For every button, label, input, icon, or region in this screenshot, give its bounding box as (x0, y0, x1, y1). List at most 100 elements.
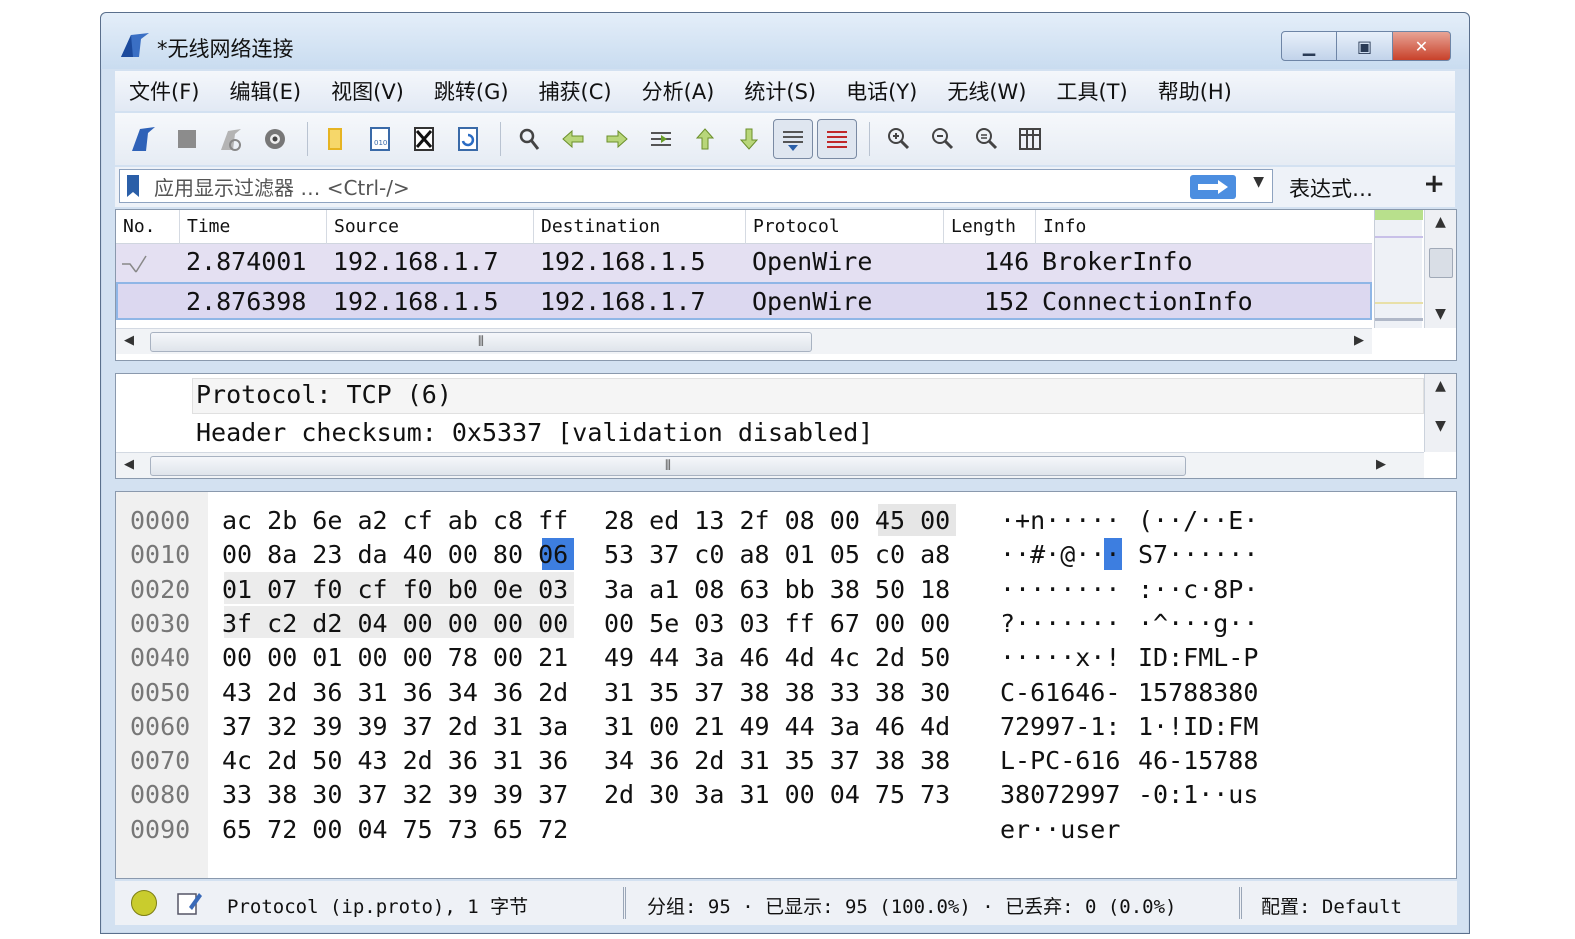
ascii-group[interactable]: C-61646- (1000, 676, 1120, 710)
colorize-icon[interactable] (817, 119, 857, 159)
scroll-thumb[interactable]: ⦀ (150, 332, 812, 352)
ascii-group[interactable]: (··/··E· (1138, 504, 1258, 538)
save-file-icon[interactable]: 010 (360, 119, 400, 159)
ascii-group[interactable]: 38072997 (1000, 778, 1120, 812)
packet-row-selected[interactable]: 2.876398 192.168.1.5 192.168.1.7 OpenWir… (116, 282, 1372, 320)
add-filter-button[interactable]: + (1423, 169, 1445, 199)
scroll-left-icon[interactable]: ◀ (124, 457, 134, 472)
menu-go[interactable]: 跳转(G) (434, 76, 509, 106)
hex-bytes-group[interactable]: 4c 2d 50 43 2d 36 31 36 (222, 744, 568, 778)
go-back-icon[interactable] (553, 119, 593, 159)
minimize-button[interactable]: ▁ (1281, 31, 1337, 61)
hex-bytes-group[interactable]: 28 ed 13 2f 08 00 45 00 (604, 504, 950, 538)
packet-list-vscroll[interactable]: ▲ ▼ (1424, 210, 1456, 328)
hex-bytes-group[interactable]: 3f c2 d2 04 00 00 00 00 (222, 607, 568, 641)
scroll-thumb[interactable]: ⦀ (150, 456, 1186, 476)
ascii-group[interactable]: :··c·8P· (1138, 573, 1258, 607)
hex-bytes-group[interactable]: 49 44 3a 46 4d 4c 2d 50 (604, 641, 950, 675)
packet-row[interactable]: 2.874001 192.168.1.7 192.168.1.5 OpenWir… (116, 244, 1372, 282)
filter-history-dropdown-icon[interactable]: ▼ (1253, 174, 1264, 190)
autoscroll-icon[interactable] (773, 119, 813, 159)
menu-analyze[interactable]: 分析(A) (642, 76, 715, 106)
hex-bytes-group[interactable]: ac 2b 6e a2 cf ab c8 ff (222, 504, 568, 538)
go-to-packet-icon[interactable] (641, 119, 681, 159)
packet-list-hscroll[interactable]: ◀ ⦀ ▶ (116, 328, 1372, 354)
column-no[interactable]: No. (116, 210, 180, 244)
scroll-thumb[interactable] (1429, 248, 1453, 278)
scroll-up-icon[interactable]: ▲ (1425, 214, 1456, 230)
close-file-icon[interactable] (404, 119, 444, 159)
menu-wireless[interactable]: 无线(W) (947, 76, 1026, 106)
ascii-group[interactable]: er··user (1000, 813, 1120, 847)
close-button[interactable]: ✕ (1393, 31, 1451, 61)
go-first-icon[interactable] (685, 119, 725, 159)
ascii-group[interactable]: 1·!ID:FM (1138, 710, 1258, 744)
ascii-group[interactable]: L-PC-616 (1000, 744, 1120, 778)
scroll-right-icon[interactable]: ▶ (1376, 457, 1386, 472)
menu-telephony[interactable]: 电话(Y) (846, 76, 917, 106)
capture-options-icon[interactable] (255, 119, 295, 159)
menu-file[interactable]: 文件(F) (129, 76, 199, 106)
maximize-button[interactable]: ▣ (1337, 31, 1393, 61)
menu-edit[interactable]: 编辑(E) (229, 76, 301, 106)
restart-capture-icon[interactable] (211, 119, 251, 159)
packet-minimap[interactable] (1374, 210, 1423, 328)
hex-bytes-group[interactable]: 00 8a 23 da 40 00 80 06 (222, 538, 568, 572)
hex-bytes-group[interactable]: 34 36 2d 31 35 37 38 38 (604, 744, 950, 778)
scroll-down-icon[interactable]: ▼ (1425, 418, 1456, 434)
detail-line[interactable]: Protocol: TCP (6) (196, 380, 452, 409)
hex-bytes-group[interactable]: 65 72 00 04 75 73 65 72 (222, 813, 568, 847)
open-file-icon[interactable] (316, 119, 356, 159)
ascii-group[interactable]: 72997-1: (1000, 710, 1120, 744)
scroll-right-icon[interactable]: ▶ (1354, 333, 1364, 348)
zoom-out-icon[interactable] (922, 119, 962, 159)
expression-button[interactable]: 表达式… (1289, 173, 1373, 203)
ascii-group[interactable]: ID:FML-P (1138, 641, 1258, 675)
ascii-group[interactable]: S7······ (1138, 538, 1258, 572)
hex-bytes-group[interactable]: 2d 30 3a 31 00 04 75 73 (604, 778, 950, 812)
hex-bytes-group[interactable]: 00 00 01 00 00 78 00 21 (222, 641, 568, 675)
column-protocol[interactable]: Protocol (746, 210, 944, 244)
hex-bytes-group[interactable]: 37 32 39 39 37 2d 31 3a (222, 710, 568, 744)
details-vscroll[interactable]: ▲ ▼ (1424, 374, 1456, 452)
zoom-normal-icon[interactable] (966, 119, 1006, 159)
hex-bytes-group[interactable]: 53 37 c0 a8 01 05 c0 a8 (604, 538, 950, 572)
expert-info-icon[interactable] (131, 890, 157, 916)
hex-bytes-group[interactable]: 01 07 f0 cf f0 b0 0e 03 (222, 573, 568, 607)
hex-bytes-group[interactable]: 31 00 21 49 44 3a 46 4d (604, 710, 950, 744)
capture-comment-icon[interactable] (175, 889, 203, 917)
ascii-group[interactable]: ··#·@··· (1000, 538, 1120, 572)
bookmark-icon[interactable] (124, 173, 142, 199)
column-length[interactable]: Length (944, 210, 1036, 244)
stop-capture-icon[interactable] (167, 119, 207, 159)
hex-bytes-group[interactable]: 43 2d 36 31 36 34 36 2d (222, 676, 568, 710)
menu-view[interactable]: 视图(V) (331, 76, 404, 106)
go-forward-icon[interactable] (597, 119, 637, 159)
scroll-up-icon[interactable]: ▲ (1425, 378, 1456, 394)
menu-statistics[interactable]: 统计(S) (744, 76, 816, 106)
ascii-group[interactable]: ·+n····· (1000, 504, 1120, 538)
ascii-group[interactable]: ·^···g·· (1138, 607, 1258, 641)
status-profile[interactable]: 配置: Default (1261, 892, 1402, 919)
menu-help[interactable]: 帮助(H) (1158, 76, 1232, 106)
scroll-left-icon[interactable]: ◀ (124, 333, 134, 348)
start-capture-icon[interactable] (123, 119, 163, 159)
column-info[interactable]: Info (1036, 210, 1372, 244)
hex-bytes-group[interactable]: 33 38 30 37 32 39 39 37 (222, 778, 568, 812)
find-packet-icon[interactable] (509, 119, 549, 159)
column-source[interactable]: Source (327, 210, 534, 244)
resize-columns-icon[interactable] (1010, 119, 1050, 159)
hex-bytes-group[interactable]: 31 35 37 38 38 33 38 30 (604, 676, 950, 710)
hex-bytes-group[interactable]: 00 5e 03 03 ff 67 00 00 (604, 607, 950, 641)
hex-bytes-group[interactable]: 3a a1 08 63 bb 38 50 18 (604, 573, 950, 607)
ascii-group[interactable]: -0:1··us (1138, 778, 1258, 812)
detail-line[interactable]: Header checksum: 0x5337 [validation disa… (196, 418, 873, 447)
column-destination[interactable]: Destination (534, 210, 746, 244)
menu-capture[interactable]: 捕获(C) (539, 76, 612, 106)
scroll-down-icon[interactable]: ▼ (1425, 306, 1456, 322)
column-time[interactable]: Time (180, 210, 327, 244)
ascii-group[interactable]: 46-15788 (1138, 744, 1258, 778)
ascii-group[interactable]: ·····x·! (1000, 641, 1120, 675)
ascii-group[interactable]: ········ (1000, 573, 1120, 607)
go-last-icon[interactable] (729, 119, 769, 159)
